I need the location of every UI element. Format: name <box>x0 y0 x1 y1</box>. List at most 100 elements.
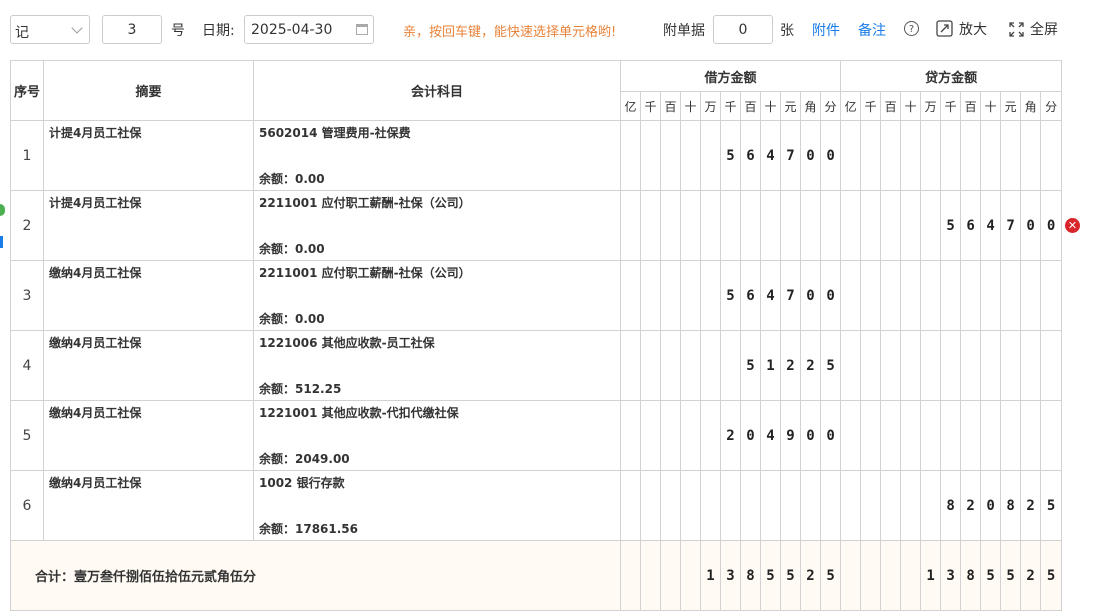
credit-digit-cell[interactable] <box>980 260 1002 331</box>
debit-digit-cell[interactable] <box>660 330 681 401</box>
credit-digit-cell[interactable] <box>840 330 862 401</box>
debit-digit-cell[interactable] <box>640 120 661 191</box>
debit-digit-cell[interactable] <box>700 330 721 401</box>
debit-digit-cell[interactable]: 0 <box>819 400 842 471</box>
debit-digit-cell[interactable]: 5 <box>740 330 761 401</box>
credit-digit-cell[interactable]: 8 <box>1000 470 1022 541</box>
credit-digit-cell[interactable] <box>920 120 942 191</box>
credit-digit-cell[interactable] <box>1020 400 1042 471</box>
credit-digit-cell[interactable] <box>900 120 922 191</box>
debit-digit-cell[interactable] <box>620 190 641 261</box>
summary-cell[interactable]: 缴纳4月员工社保 <box>43 330 254 401</box>
debit-digit-cell[interactable] <box>620 120 641 191</box>
credit-digit-cell[interactable] <box>940 120 962 191</box>
credit-digit-cell[interactable] <box>920 330 942 401</box>
attachment-count-input[interactable] <box>713 15 773 44</box>
table-row[interactable]: 2 计提4月员工社保 2211001 应付职工薪酬-社保（公司） 余额：0.00 5 6 4… <box>10 190 1063 261</box>
credit-digit-cell[interactable] <box>940 400 962 471</box>
debit-digit-cell[interactable] <box>640 260 661 331</box>
credit-digit-cell[interactable] <box>900 330 922 401</box>
debit-digit-cell[interactable] <box>680 190 701 261</box>
credit-digit-cell[interactable] <box>920 470 942 541</box>
credit-digit-cell[interactable]: 5 <box>1040 470 1063 541</box>
credit-digit-cell[interactable]: 0 <box>1040 190 1063 261</box>
debit-digit-cell[interactable] <box>620 400 641 471</box>
account-cell[interactable]: 1221006 其他应收款-员工社保 余额：512.25 <box>253 330 621 401</box>
credit-digit-cell[interactable] <box>960 120 982 191</box>
insert-row-handle[interactable] <box>0 236 3 248</box>
credit-digit-cell[interactable] <box>900 260 922 331</box>
credit-digit-cell[interactable] <box>980 400 1002 471</box>
debit-digit-cell[interactable]: 2 <box>720 400 741 471</box>
debit-digit-cell[interactable]: 5 <box>720 260 741 331</box>
credit-digit-cell[interactable] <box>860 330 882 401</box>
debit-digit-cell[interactable] <box>760 470 781 541</box>
credit-digit-cell[interactable] <box>860 190 882 261</box>
close-circle-icon[interactable]: ✕ <box>1065 218 1080 233</box>
credit-digit-cell[interactable] <box>840 260 862 331</box>
debit-digit-cell[interactable]: 0 <box>740 400 761 471</box>
summary-cell[interactable]: 缴纳4月员工社保 <box>43 260 254 331</box>
credit-digit-cell[interactable] <box>1000 330 1022 401</box>
debit-digit-cell[interactable] <box>660 470 681 541</box>
credit-digit-cell[interactable] <box>840 400 862 471</box>
credit-digit-cell[interactable] <box>980 120 1002 191</box>
debit-digit-cell[interactable] <box>700 400 721 471</box>
table-row[interactable]: 4 缴纳4月员工社保 1221006 其他应收款-员工社保 余额：512.25 5 1 2 2… <box>10 330 1063 401</box>
credit-digit-cell[interactable] <box>940 330 962 401</box>
debit-digit-cell[interactable] <box>740 470 761 541</box>
credit-digit-cell[interactable] <box>880 120 902 191</box>
debit-digit-cell[interactable] <box>819 470 842 541</box>
credit-digit-cell[interactable] <box>960 260 982 331</box>
credit-digit-cell[interactable] <box>960 330 982 401</box>
credit-digit-cell[interactable] <box>1000 120 1022 191</box>
add-row-handle[interactable] <box>0 204 5 216</box>
credit-digit-cell[interactable]: 8 <box>940 470 962 541</box>
credit-digit-cell[interactable] <box>960 400 982 471</box>
debit-digit-cell[interactable]: 7 <box>780 260 801 331</box>
debit-digit-cell[interactable] <box>700 260 721 331</box>
credit-digit-cell[interactable] <box>900 400 922 471</box>
credit-digit-cell[interactable]: 0 <box>980 470 1002 541</box>
credit-digit-cell[interactable]: 4 <box>980 190 1002 261</box>
debit-digit-cell[interactable] <box>620 330 641 401</box>
table-row[interactable]: 1 计提4月员工社保 5602014 管理费用-社保费 余额：0.00 5 6 4 7 0 0 <box>10 120 1063 191</box>
voucher-type-select[interactable]: 记 <box>10 15 90 44</box>
debit-digit-cell[interactable] <box>620 260 641 331</box>
summary-cell[interactable]: 缴纳4月员工社保 <box>43 470 254 541</box>
credit-digit-cell[interactable] <box>880 330 902 401</box>
debit-digit-cell[interactable] <box>720 190 741 261</box>
debit-digit-cell[interactable]: 0 <box>800 260 821 331</box>
debit-digit-cell[interactable] <box>660 120 681 191</box>
credit-digit-cell[interactable] <box>1040 400 1063 471</box>
credit-digit-cell[interactable]: 2 <box>960 470 982 541</box>
credit-digit-cell[interactable]: 2 <box>1020 470 1042 541</box>
debit-digit-cell[interactable] <box>800 470 821 541</box>
debit-digit-cell[interactable]: 5 <box>720 120 741 191</box>
debit-digit-cell[interactable] <box>680 260 701 331</box>
debit-digit-cell[interactable] <box>720 470 741 541</box>
debit-digit-cell[interactable]: 5 <box>819 330 842 401</box>
credit-digit-cell[interactable] <box>840 190 862 261</box>
account-cell[interactable]: 1221001 其他应收款-代扣代缴社保 余额：2049.00 <box>253 400 621 471</box>
debit-digit-cell[interactable] <box>620 470 641 541</box>
account-cell[interactable]: 2211001 应付职工薪酬-社保（公司） 余额：0.00 <box>253 260 621 331</box>
credit-digit-cell[interactable] <box>1000 400 1022 471</box>
credit-digit-cell[interactable] <box>1020 260 1042 331</box>
debit-digit-cell[interactable]: 6 <box>740 120 761 191</box>
account-cell[interactable]: 1002 银行存款 余额：17861.56 <box>253 470 621 541</box>
credit-digit-cell[interactable]: 6 <box>960 190 982 261</box>
debit-digit-cell[interactable]: 0 <box>819 120 842 191</box>
credit-digit-cell[interactable] <box>920 400 942 471</box>
credit-digit-cell[interactable] <box>880 260 902 331</box>
credit-digit-cell[interactable]: 0 <box>1020 190 1042 261</box>
debit-digit-cell[interactable]: 2 <box>780 330 801 401</box>
credit-digit-cell[interactable] <box>1040 330 1063 401</box>
credit-digit-cell[interactable] <box>1000 260 1022 331</box>
attachment-link[interactable]: 附件 <box>812 20 840 40</box>
debit-digit-cell[interactable] <box>780 470 801 541</box>
credit-digit-cell[interactable] <box>840 470 862 541</box>
debit-digit-cell[interactable]: 4 <box>760 400 781 471</box>
debit-digit-cell[interactable]: 4 <box>760 260 781 331</box>
credit-digit-cell[interactable] <box>920 260 942 331</box>
